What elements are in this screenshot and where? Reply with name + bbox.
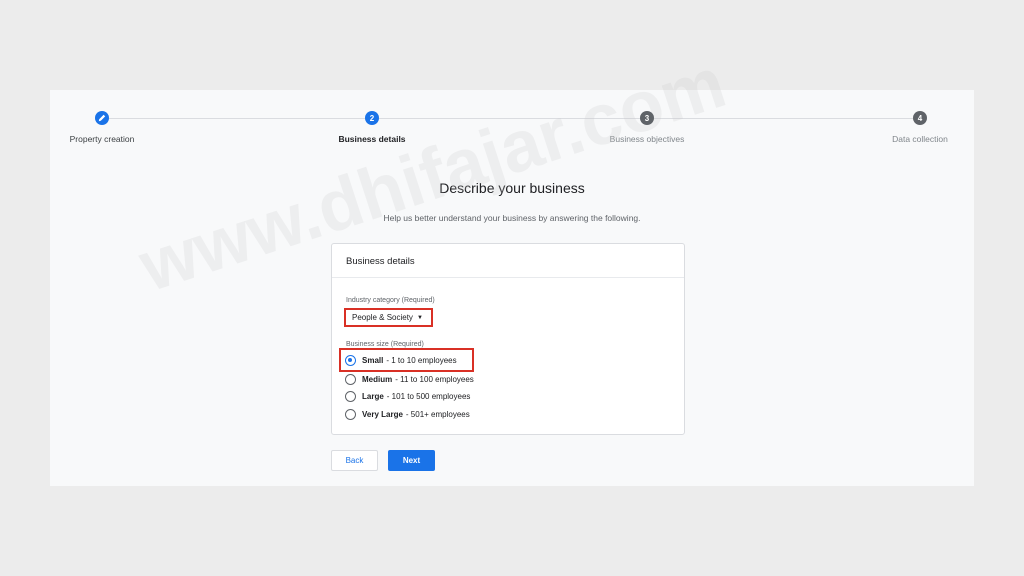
size-detail: - 11 to 100 employees	[395, 375, 474, 384]
back-button[interactable]: Back	[331, 450, 378, 471]
pencil-icon	[95, 111, 109, 125]
step-label: Property creation	[69, 134, 135, 144]
next-button[interactable]: Next	[388, 450, 435, 471]
radio-button[interactable]	[345, 409, 356, 420]
size-option-large[interactable]: Large - 101 to 500 employees	[345, 391, 470, 402]
step-number: 2	[365, 111, 379, 125]
page-title: Describe your business	[439, 180, 585, 196]
step-label: Business objectives	[609, 134, 685, 144]
step-label: Data collection	[892, 134, 948, 144]
card-header: Business details	[332, 244, 684, 278]
step-number: 3	[640, 111, 654, 125]
step-label: Business details	[338, 134, 406, 144]
size-name: Medium	[362, 375, 393, 384]
step-business-objectives[interactable]: 3 Business objectives	[607, 111, 687, 144]
size-detail: - 101 to 500 employees	[386, 392, 471, 401]
industry-category-label: Industry category (Required)	[346, 297, 435, 304]
caret-down-icon: ▼	[416, 314, 423, 321]
step-data-collection[interactable]: 4 Data collection	[888, 111, 952, 144]
size-name: Small	[362, 356, 384, 365]
industry-category-dropdown[interactable]: People & Society ▼	[344, 308, 433, 327]
size-name: Large	[362, 392, 384, 401]
setup-panel: Property creation 2 Business details 3 B…	[50, 90, 974, 486]
radio-button[interactable]	[345, 391, 356, 402]
step-business-details[interactable]: 2 Business details	[338, 111, 406, 144]
size-detail: - 1 to 10 employees	[386, 356, 457, 365]
page-subtitle: Help us better understand your business …	[383, 213, 641, 223]
business-details-card: Business details Industry category (Requ…	[331, 243, 685, 435]
size-option-very-large[interactable]: Very Large - 501+ employees	[345, 409, 470, 420]
size-name: Very Large	[362, 410, 403, 419]
step-property-creation[interactable]: Property creation	[68, 111, 136, 144]
size-option-small[interactable]: Small - 1 to 10 employees	[345, 355, 457, 366]
industry-category-value: People & Society	[352, 313, 413, 322]
radio-button[interactable]	[345, 374, 356, 385]
stepper-track	[102, 118, 920, 119]
step-number: 4	[913, 111, 927, 125]
size-detail: - 501+ employees	[405, 410, 470, 419]
radio-button[interactable]	[345, 355, 356, 366]
business-size-label: Business size (Required)	[346, 341, 424, 348]
size-option-medium[interactable]: Medium - 11 to 100 employees	[345, 374, 474, 385]
